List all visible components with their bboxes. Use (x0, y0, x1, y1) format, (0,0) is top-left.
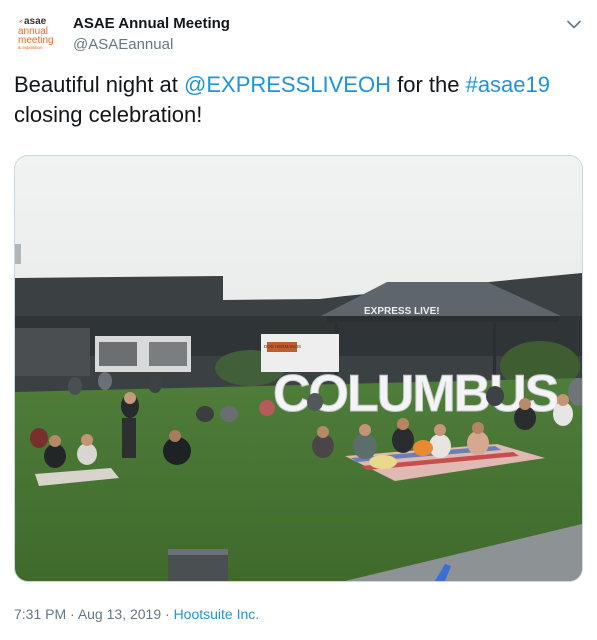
tweet-text-part1: Beautiful night at (14, 72, 185, 97)
footer-separator: · (66, 606, 78, 622)
author-handle[interactable]: @ASAEannual (73, 36, 173, 53)
tweet-source-link[interactable]: Hootsuite Inc. (174, 606, 260, 622)
svg-text:★: ★ (17, 17, 23, 25)
tweet-photo[interactable]: EXPRESS LIVE! DOS HERMANOS COLUMBUS (14, 155, 583, 582)
avatar[interactable]: ★ asae annual meeting & exposition (14, 13, 62, 61)
hashtag-link[interactable]: #asae19 (466, 72, 550, 97)
mention-link[interactable]: @EXPRESSLIVEOH (184, 72, 391, 97)
banner-sign: DOS HERMANOS (264, 344, 301, 349)
asae-logo-icon: ★ asae annual meeting & exposition (17, 16, 54, 50)
avatar-line3-text: & exposition (18, 45, 43, 50)
tweet-text-part3: closing celebration! (14, 102, 203, 127)
venue-sign: EXPRESS LIVE! (364, 306, 440, 317)
tweet-date[interactable]: Aug 13, 2019 (78, 606, 161, 622)
tweet-time[interactable]: 7:31 PM (14, 606, 66, 622)
tweet-text: Beautiful night at @EXPRESSLIVEOH for th… (14, 70, 584, 130)
tweet-footer: 7:31 PM · Aug 13, 2019 · Hootsuite Inc. (14, 606, 259, 622)
author-display-name[interactable]: ASAE Annual Meeting (73, 15, 230, 32)
tweet-text-part2: for the (390, 72, 466, 97)
chevron-down-icon (567, 20, 581, 28)
photo-scene: EXPRESS LIVE! DOS HERMANOS COLUMBUS (15, 156, 582, 581)
footer-separator-2: · (161, 606, 174, 622)
tweet-menu-button[interactable] (564, 14, 584, 34)
